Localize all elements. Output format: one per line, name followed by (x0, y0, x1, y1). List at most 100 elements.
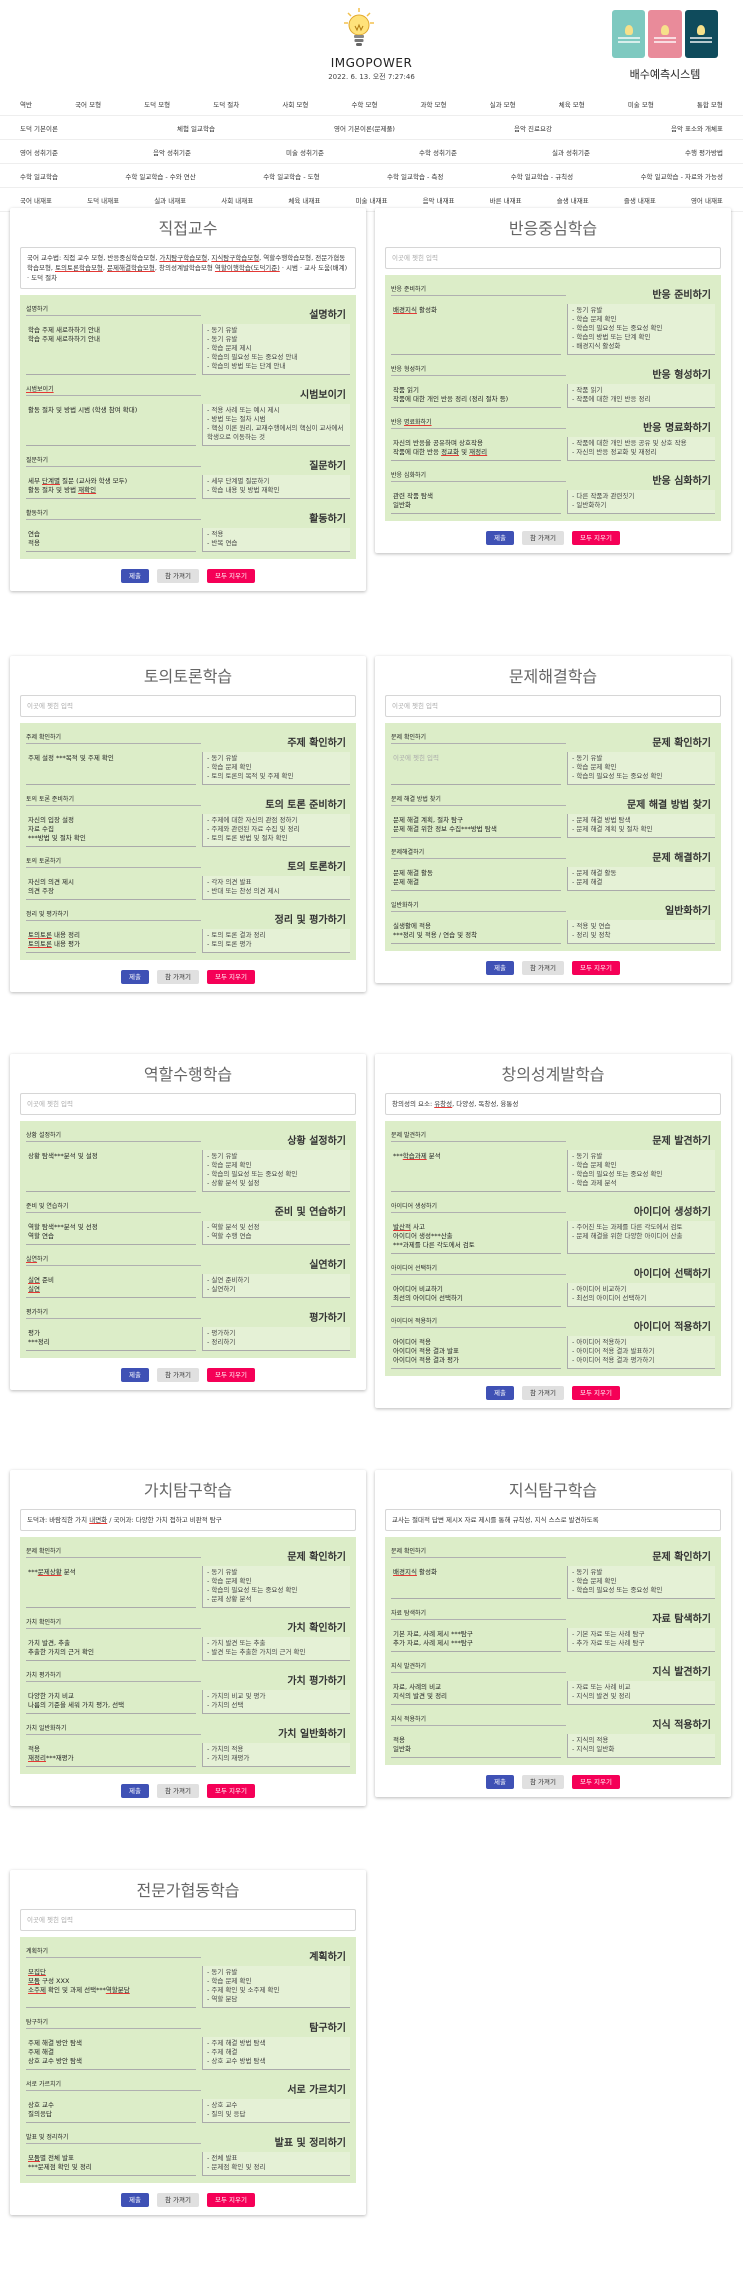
step-notes-input[interactable]: ***학습과제 분석 (391, 1150, 561, 1192)
load-button[interactable]: 참 가져기 (157, 569, 199, 583)
step-notes-input[interactable]: 문제 해결 활동 문제 해결 (391, 867, 561, 891)
step-notes-input[interactable]: 배경지식 활성화 (391, 304, 561, 355)
step-notes-input[interactable]: 배경지식 활성화 (391, 1566, 561, 1599)
step-notes-input[interactable]: 연습 적용 (26, 528, 196, 552)
summary-input[interactable]: 이곳에 쳇힌 입력 (385, 247, 721, 269)
step-notes-input[interactable]: 학습 주제 새로하하기 안내 학습 주제 새로하하기 안내 (26, 324, 196, 375)
step-body: 활동 절차 및 방법 시범 (학생 참여 확대) - 적용 사례 또는 예시 제시… (26, 404, 350, 446)
step-guide-box: - 문제 해결 방법 탐색 - 문제 해결 계획 및 절차 확인 (567, 814, 715, 838)
clear-all-button[interactable]: 모두 지우기 (207, 970, 255, 984)
step-notes-input[interactable]: 모집단 모둠 구성 XXX 소주제 확인 및 과제 선택***역할분담 (26, 1966, 196, 2008)
step-label: 아이디어 생성하기 (391, 1195, 566, 1213)
step-label: 토의 토론 준비하기 (26, 788, 201, 806)
step-guide-box: - 각자 의견 발표 - 반대 또는 찬성 의견 제시 (202, 876, 350, 900)
step-notes-input[interactable]: 다양한 가치 비교 나름의 기준을 세워 가치 평가, 선택 (26, 1690, 196, 1714)
step-label: 설명하기 (26, 298, 201, 316)
clear-all-button[interactable]: 모두 지우기 (572, 1775, 620, 1789)
step-notes-input[interactable]: 상황 탐색***분석 및 설정 (26, 1150, 196, 1192)
step-notes-input[interactable]: 적용 일반화 (391, 1734, 561, 1758)
clear-all-button[interactable]: 모두 지우기 (207, 2193, 255, 2207)
step-section: 주제 확인하기 주제 확인하기 주제 설정 ***목적 및 주제 확인 - 동기 유발… (26, 726, 350, 785)
load-button[interactable]: 참 가져기 (157, 1368, 199, 1382)
step-notes-input[interactable]: 발산적 사고 아이디어 생성***산출 ***과제를 다른 각도에서 검토 (391, 1221, 561, 1254)
step-notes-input[interactable]: 자신의 의견 제시 의견 주장 (26, 876, 196, 900)
step-label: 아이디어 선택하기 (391, 1257, 566, 1275)
step-notes-input[interactable]: 실생활에 적용 ***정리 및 적용 / 연습 및 정착 (391, 920, 561, 944)
clear-all-button[interactable]: 모두 지우기 (207, 1368, 255, 1382)
step-notes-input[interactable]: 상호 교수 질의응답 (26, 2099, 196, 2123)
submit-button[interactable]: 제출 (121, 2193, 149, 2207)
submit-button[interactable]: 제출 (486, 531, 514, 545)
summary-input[interactable]: 이곳에 쳇힌 입력 (20, 695, 356, 717)
load-button[interactable]: 참 가져기 (522, 1386, 564, 1400)
submit-button[interactable]: 제출 (121, 1368, 149, 1382)
step-guide-box: - 자료 또는 사례 비교 - 지식의 발견 및 정리 (567, 1681, 715, 1705)
step-notes-input[interactable]: 역할 탐색***분석 및 선정 역할 연습 (26, 1221, 196, 1245)
step-guide-box: - 동기 유발 - 학습 문제 확인 - 학습의 필요성 또는 중요성 확인 (567, 1566, 715, 1599)
step-section: 토의 토론하기 토의 토론하기 자신의 의견 제시 의견 주장 - 각자 의견 발표 … (26, 850, 350, 900)
step-notes-input[interactable]: 작품 읽기 작품에 대한 개인 반응 정리 (정리 절차 등) (391, 384, 561, 408)
step-section: 문제 확인하기 문제 확인하기 배경지식 활성화 - 동기 유발 - 학습 문제 확인… (391, 1540, 715, 1599)
summary-input[interactable]: 이곳에 쳇힌 입력 (20, 1093, 356, 1115)
step-guide-box: - 동기 유발 - 학습 문제 확인 - 학습의 필요성 또는 중요성 확인 -… (567, 304, 715, 355)
step-notes-input[interactable]: 세부 단계별 질문 (교사와 학생 모두) 활동 절차 및 방법 재확인 (26, 475, 196, 499)
step-notes-input[interactable]: 활동 절차 및 방법 시범 (학생 참여 확대) (26, 404, 196, 446)
step-body: 실생활에 적용 ***정리 및 적용 / 연습 및 정착 - 적용 및 연습 - … (391, 920, 715, 944)
step-notes-input[interactable]: 토의토론 내용 정리 토의토론 내용 평가 (26, 929, 196, 953)
step-notes-input[interactable]: 주제 해결 방안 탐색 주제 해결 상호 교수 방안 탐색 (26, 2037, 196, 2070)
load-button[interactable]: 참 가져기 (522, 961, 564, 975)
summary-input[interactable]: 교사는 절대적 답변 제시X 자료 제시를 통해 규칙성, 지식 스스로 발견하… (385, 1509, 721, 1531)
step-section: 반응 심화하기 반응 심화하기 관련 작품 탐색 일반화 - 다른 작품과 관련짓기 … (391, 464, 715, 514)
load-button[interactable]: 참 가져기 (522, 1775, 564, 1789)
step-label: 가치 평가하기 (26, 1664, 201, 1682)
step-notes-input[interactable]: 아이디어 비교하기 최선의 아이디어 선택하기 (391, 1283, 561, 1307)
step-notes-input[interactable]: ***문제상황 분석 (26, 1566, 196, 1608)
step-label: 준비 및 연습하기 (26, 1195, 201, 1213)
step-body: 세부 단계별 질문 (교사와 학생 모두) 활동 절차 및 방법 재확인 - 세부… (26, 475, 350, 499)
step-notes-input[interactable]: 모둠별 전체 발표 ***문제점 확인 및 정리 (26, 2152, 196, 2176)
step-heading: 계획하기 (309, 1952, 346, 1963)
step-notes-input[interactable]: 적용 재정리***재평가 (26, 1743, 196, 1767)
clear-all-button[interactable]: 모두 지우기 (572, 1386, 620, 1400)
submit-button[interactable]: 제출 (121, 970, 149, 984)
step-label: 반응 형성하기 (391, 358, 566, 376)
load-button[interactable]: 참 가져기 (522, 531, 564, 545)
step-notes-input[interactable]: 가치 발견, 추출 추출한 가치의 근거 확인 (26, 1637, 196, 1661)
step-notes-input[interactable]: 자료, 사례의 비교 지식의 발견 및 정리 (391, 1681, 561, 1705)
step-label: 평가하기 (26, 1301, 201, 1319)
load-button[interactable]: 참 가져기 (157, 970, 199, 984)
submit-button[interactable]: 제출 (486, 961, 514, 975)
step-notes-input[interactable]: 자신의 반응을 공유하며 상호작용 작품에 대한 반응 정교화 및 재정리 (391, 437, 561, 461)
clear-all-button[interactable]: 모두 지우기 (572, 531, 620, 545)
summary-input[interactable]: 도덕과: 바람직한 가치 내면화 / 국어과: 다양한 가치 접하고 비판적 탐… (20, 1509, 356, 1531)
step-section: 활동하기 활동하기 연습 적용 - 적용 - 반복 연습 (26, 502, 350, 552)
submit-button[interactable]: 제출 (486, 1775, 514, 1789)
submit-button[interactable]: 제출 (121, 569, 149, 583)
step-notes-input[interactable]: 주제 설정 ***목적 및 주제 확인 (26, 752, 196, 785)
clear-all-button[interactable]: 모두 지우기 (207, 569, 255, 583)
step-label: 아이디어 적용하기 (391, 1310, 566, 1328)
step-notes-input[interactable]: 기본 자료, 사례 제시 ***탐구 추가 자료, 사례 제시 ***탐구 (391, 1628, 561, 1652)
step-guide-box: - 아이디어 적용하기 - 아이디어 적용 결과 발표하기 - 아이디어 적용 … (567, 1336, 715, 1369)
clear-all-button[interactable]: 모두 지우기 (572, 961, 620, 975)
step-notes-input[interactable]: 실연 준비 실연 (26, 1274, 196, 1298)
step-notes-input[interactable]: 문제 해결 계획, 절차 탐구 문제 해결 위한 정보 수집***방법 탐색 (391, 814, 561, 838)
step-notes-input[interactable]: 평가 ***정리 (26, 1327, 196, 1351)
step-section: 실연하기 실연하기 실연 준비 실연 - 실연 준비하기 - 실연하기 (26, 1248, 350, 1298)
model-card: 토의토론학습 이곳에 쳇힌 입력 주제 확인하기 주제 확인하기 주제 설정 ***목적… (10, 656, 366, 992)
load-button[interactable]: 참 가져기 (157, 1784, 199, 1798)
step-notes-input[interactable]: 자신의 입장 설정 자료 수집 ***방법 및 절차 확인 (26, 814, 196, 847)
step-notes-input[interactable]: 관련 작품 탐색 일반화 (391, 490, 561, 514)
load-button[interactable]: 참 가져기 (157, 2193, 199, 2207)
summary-input[interactable]: 국어 교수법: 직접 교수 모형, 반응중심학습모형, 가치탐구학습모형, 지식… (20, 247, 356, 289)
step-section: 반응 형성하기 반응 형성하기 작품 읽기 작품에 대한 개인 반응 정리 (정리 … (391, 358, 715, 408)
submit-button[interactable]: 제출 (486, 1386, 514, 1400)
summary-input[interactable]: 이곳에 쳇힌 입력 (385, 695, 721, 717)
submit-button[interactable]: 제출 (121, 1784, 149, 1798)
step-notes-input[interactable]: 이곳에 쳇힌 입력 (391, 752, 561, 785)
step-notes-input[interactable]: 아이디어 적용 아이디어 적용 결과 발표 아이디어 적용 결과 평가 (391, 1336, 561, 1369)
summary-input[interactable]: 이곳에 쳇힌 입력 (20, 1909, 356, 1931)
clear-all-button[interactable]: 모두 지우기 (207, 1784, 255, 1798)
summary-input[interactable]: 창의성의 요소: 유창성, 다양성, 독창성, 융통성 (385, 1093, 721, 1115)
step-guide-box: - 가치의 비교 및 평가 - 가치의 선택 (202, 1690, 350, 1714)
